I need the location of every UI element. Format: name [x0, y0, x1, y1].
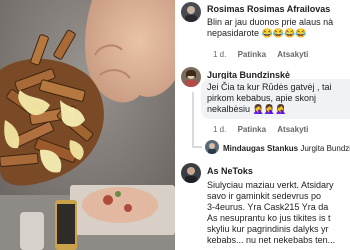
- reply-author[interactable]: Mindaugas Stankus: [223, 144, 298, 153]
- comment-time[interactable]: 1 d.: [213, 50, 226, 60]
- comments-panel: Rosimas Rosimas Afrailovas Blin ar jau d…: [175, 0, 350, 250]
- loaded-fries-image: [0, 0, 175, 250]
- comment-text-line: savo ir gaminkit sedevrus po: [207, 191, 322, 201]
- comment-text-line: Blin ar jau duonos prie alaus nà: [207, 17, 334, 27]
- user-avatar-icon: [181, 163, 201, 183]
- avatar[interactable]: [181, 67, 201, 87]
- comment-author[interactable]: As NeToks: [207, 166, 253, 177]
- like-button[interactable]: Patinka: [238, 50, 266, 60]
- user-avatar-icon: [181, 2, 201, 22]
- user-avatar-icon: [205, 140, 219, 154]
- comment-time[interactable]: 1 d.: [213, 125, 226, 135]
- comment-text-line: nepasidarote 😂😂😂😂: [207, 28, 307, 38]
- comment-actions: 1 d. Patinka Atsakyti: [213, 50, 317, 60]
- reply-button[interactable]: Atsakyti: [277, 50, 308, 60]
- reply-button[interactable]: Atsakyti: [277, 125, 308, 135]
- comment-text-line: kebabs... nu net nekebabs ten...: [207, 235, 336, 245]
- reply-to-name[interactable]: Jurgita Bundzinsk: [300, 144, 350, 153]
- comment-text-line: nekalbėsiu 🤦‍♀️🤦‍♀️🤦‍♀️: [207, 104, 287, 114]
- comment-text-line: Siulyciau maziau verkt. Atsidary: [207, 180, 334, 190]
- comment-text-line: 3-4eurus. Yra Cask215 Yra da: [207, 202, 329, 212]
- avatar[interactable]: [181, 2, 201, 22]
- avatar[interactable]: [181, 163, 201, 183]
- comment-author[interactable]: Rosimas Rosimas Afrailovas: [207, 4, 330, 15]
- thread-connector: [192, 146, 202, 148]
- user-avatar-icon: [181, 67, 201, 87]
- like-button[interactable]: Patinka: [238, 125, 266, 135]
- comment-text-line: As nesuprantu ko jus tikites is t: [207, 213, 331, 223]
- comment-text-line: Jei Čia ta kur Rūdės gatvėj , tai: [207, 82, 332, 92]
- food-photo: [0, 0, 175, 250]
- comment-text: Blin ar jau duonos prie alaus nà nepasid…: [207, 17, 333, 39]
- avatar[interactable]: [205, 140, 219, 154]
- comment-bubble: Jei Čia ta kur Rūdės gatvėj , tai pirkom…: [201, 79, 350, 119]
- comment-text: Siulyciau maziau verkt. Atsidary savo ir…: [207, 180, 335, 246]
- thread-line: [192, 92, 194, 148]
- comment-text-line: pirkom kebabus, apie skonj: [207, 93, 317, 103]
- comment-actions: 1 d. Patinka Atsakyti: [213, 125, 317, 135]
- comment-text-line: skyliu kur pagrindinis dalyks yr: [207, 224, 329, 234]
- reply-summary[interactable]: Mindaugas Stankus Jurgita Bundzinsk: [223, 143, 350, 154]
